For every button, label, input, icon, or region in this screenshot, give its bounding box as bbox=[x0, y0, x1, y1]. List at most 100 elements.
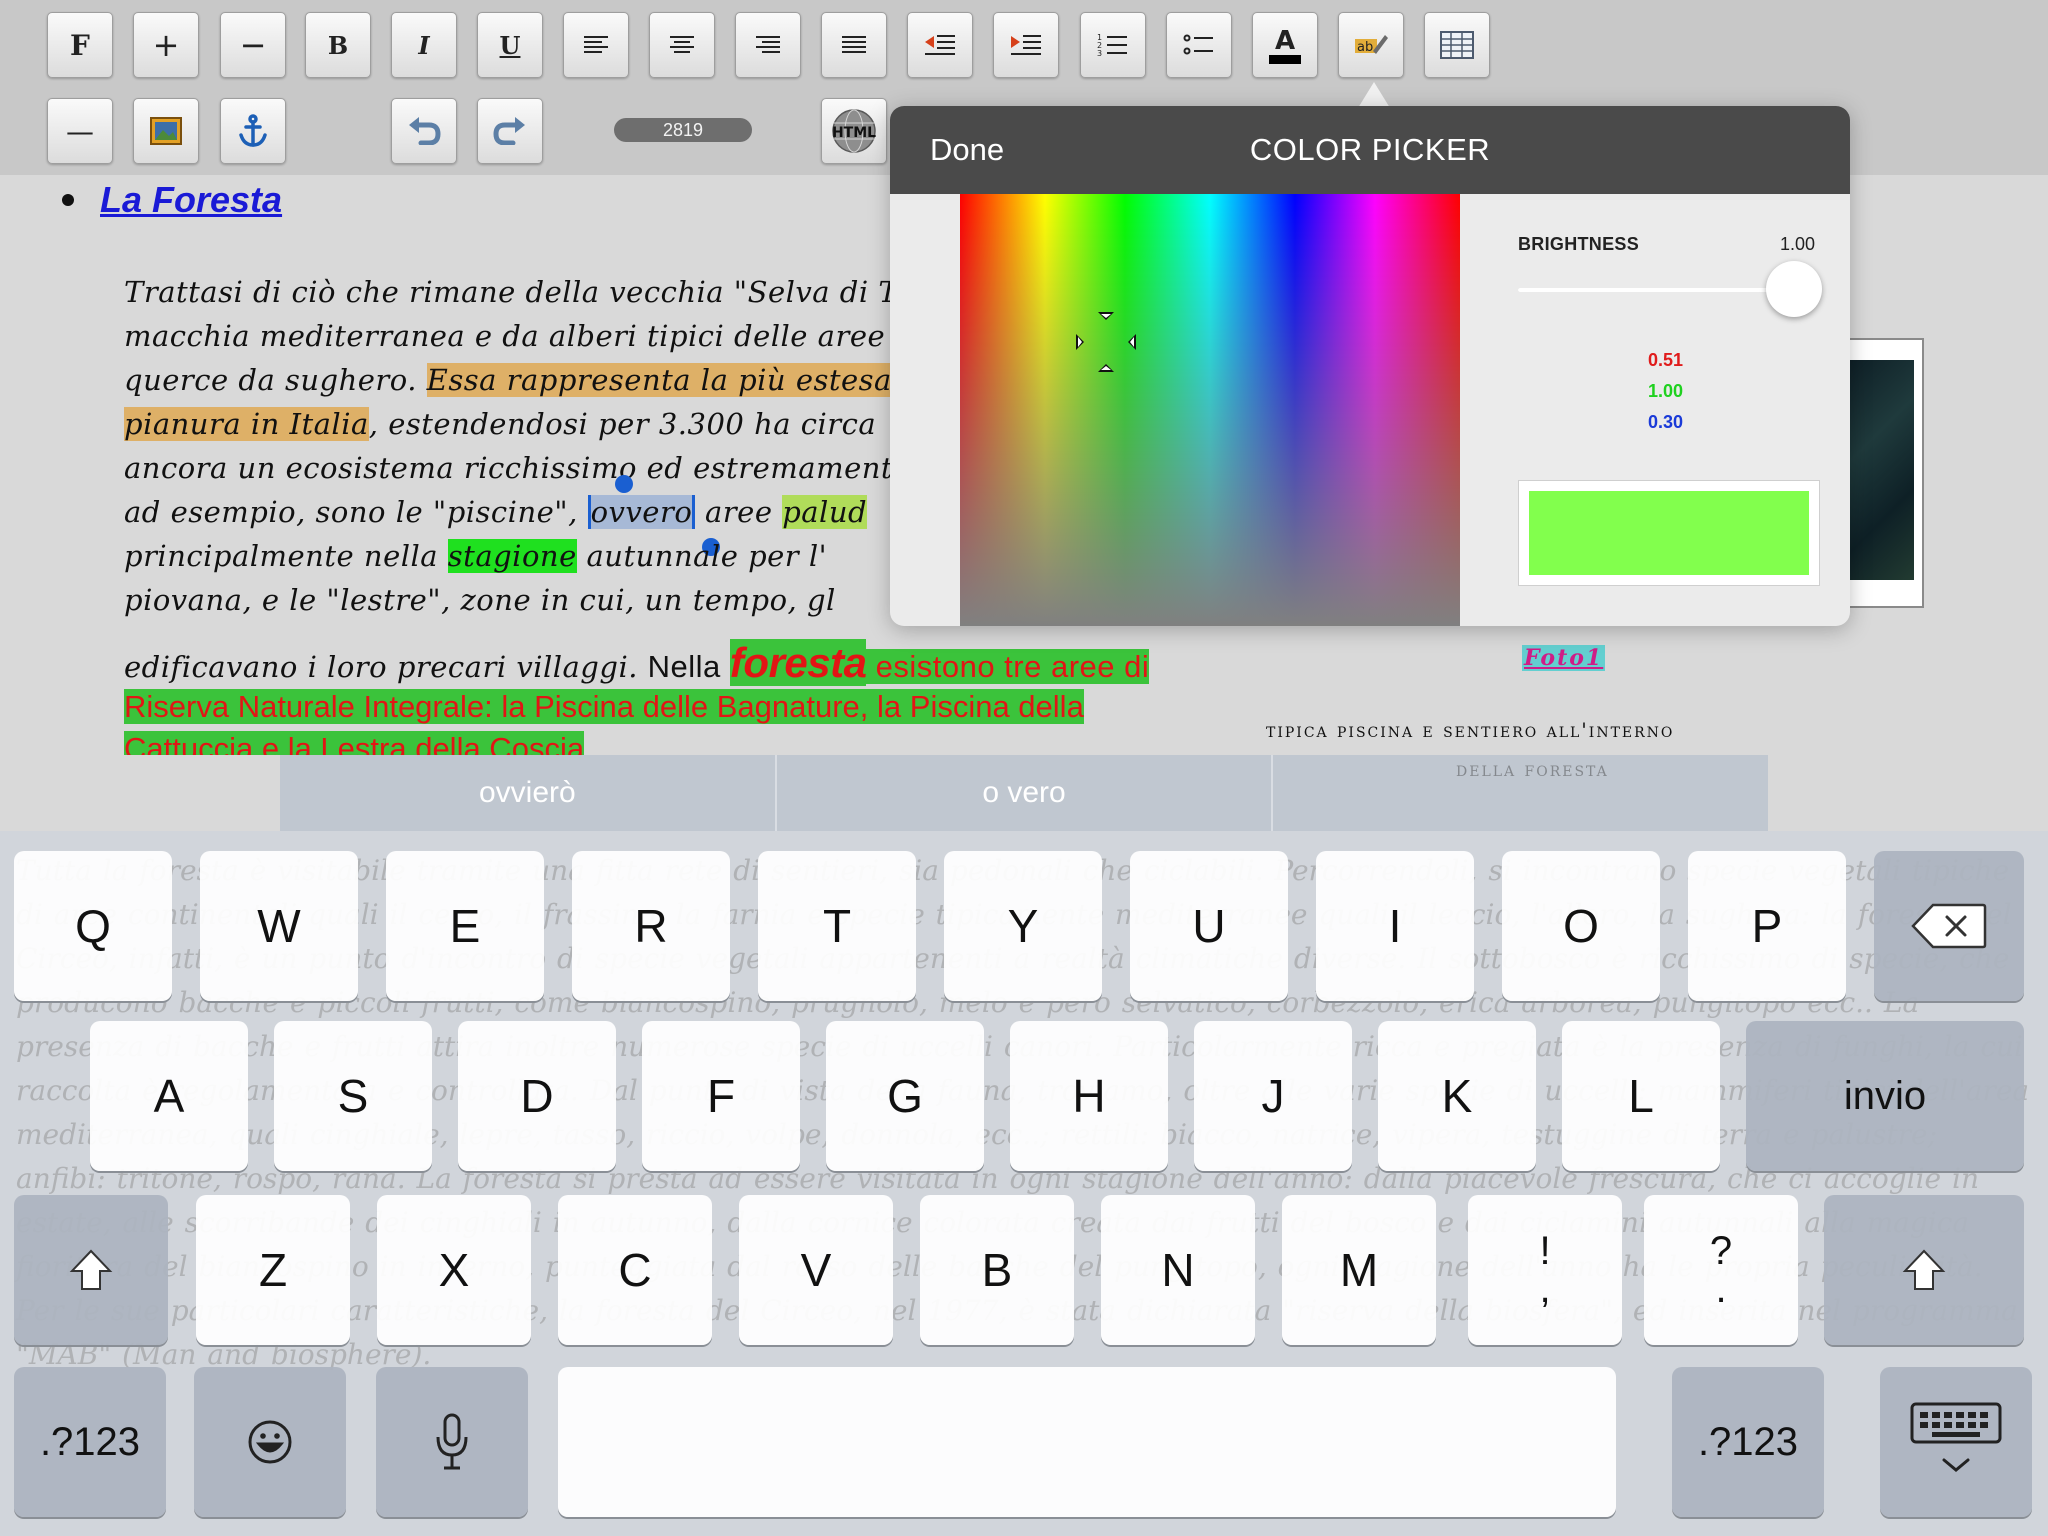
insert-anchor-button[interactable] bbox=[220, 98, 286, 164]
align-center-button[interactable] bbox=[649, 12, 715, 78]
text-span: autunnale per l' bbox=[576, 539, 828, 573]
undo-button[interactable] bbox=[391, 98, 457, 164]
color-preview-swatch bbox=[1518, 480, 1820, 586]
key-y[interactable]: Y bbox=[944, 851, 1102, 1001]
photo-link[interactable]: Foto1 bbox=[1522, 645, 1606, 671]
key-t[interactable]: T bbox=[758, 851, 916, 1001]
text-color-button[interactable]: A bbox=[1252, 12, 1318, 78]
text-span: , estendendosi per 3.300 ha circa bbox=[368, 407, 877, 441]
text-color-icon: A bbox=[1269, 26, 1301, 64]
justify-button[interactable] bbox=[821, 12, 887, 78]
emoji-key[interactable] bbox=[194, 1367, 346, 1517]
question-period-key[interactable]: ? . bbox=[1644, 1195, 1798, 1345]
outdent-icon bbox=[925, 35, 955, 55]
key-q[interactable]: Q bbox=[14, 851, 172, 1001]
suggestion-2[interactable]: o vero bbox=[776, 755, 1274, 831]
body-text-line: Trattasi di ciò che rimane della vecchia… bbox=[124, 275, 914, 309]
key-b[interactable]: B bbox=[920, 1195, 1074, 1345]
increase-font-button[interactable]: + bbox=[133, 12, 199, 78]
key-n[interactable]: N bbox=[1101, 1195, 1255, 1345]
key-l[interactable]: L bbox=[1562, 1021, 1720, 1171]
key-u[interactable]: U bbox=[1130, 851, 1288, 1001]
insert-table-button[interactable] bbox=[1424, 12, 1490, 78]
body-text-line: Riserva Naturale Integrale: la Piscina d… bbox=[124, 689, 1084, 725]
numbered-list-icon: 123 bbox=[1097, 33, 1127, 58]
document-heading-link[interactable]: La Foresta bbox=[100, 179, 282, 221]
picker-title: COLOR PICKER bbox=[1249, 132, 1491, 167]
align-left-button[interactable] bbox=[563, 12, 629, 78]
align-right-icon bbox=[756, 36, 780, 53]
key-s[interactable]: S bbox=[274, 1021, 432, 1171]
key-d[interactable]: D bbox=[458, 1021, 616, 1171]
key-c[interactable]: C bbox=[558, 1195, 712, 1345]
space-key[interactable] bbox=[558, 1367, 1616, 1517]
indent-icon bbox=[1011, 35, 1041, 55]
key-w[interactable]: W bbox=[200, 851, 358, 1001]
color-spectrum[interactable] bbox=[960, 194, 1460, 626]
bullet-list-button[interactable] bbox=[1166, 12, 1232, 78]
underline-button[interactable]: U bbox=[477, 12, 543, 78]
redo-button[interactable] bbox=[477, 98, 543, 164]
bold-button[interactable]: B bbox=[305, 12, 371, 78]
key-z[interactable]: Z bbox=[196, 1195, 350, 1345]
key-m[interactable]: M bbox=[1282, 1195, 1436, 1345]
key-o[interactable]: O bbox=[1502, 851, 1660, 1001]
return-key[interactable]: invio bbox=[1746, 1021, 2024, 1171]
table-icon bbox=[1440, 31, 1474, 59]
backspace-key[interactable] bbox=[1874, 851, 2024, 1001]
numbered-list-button[interactable]: 123 bbox=[1080, 12, 1146, 78]
key-top-char: ? bbox=[1709, 1229, 1733, 1273]
dismiss-keyboard-key[interactable] bbox=[1880, 1367, 2032, 1517]
key-e[interactable]: E bbox=[386, 851, 544, 1001]
done-button[interactable]: Done bbox=[930, 132, 1004, 168]
indent-button[interactable] bbox=[993, 12, 1059, 78]
key-i[interactable]: I bbox=[1316, 851, 1474, 1001]
key-x[interactable]: X bbox=[377, 1195, 531, 1345]
decrease-font-button[interactable]: − bbox=[220, 12, 286, 78]
html-globe-icon: HTML bbox=[832, 109, 876, 153]
color-picker-popover: COLOR PICKER Done BRIGHTNESS 1.00 0.51 1… bbox=[890, 106, 1850, 626]
body-text-line: ad esempio, sono le "piscine", ovvero ar… bbox=[124, 495, 868, 529]
key-j[interactable]: J bbox=[1194, 1021, 1352, 1171]
body-text-line: querce da sughero. Essa rappresenta la p… bbox=[124, 363, 892, 397]
highlighted-text: stagione bbox=[447, 539, 577, 573]
brightness-slider-thumb[interactable] bbox=[1766, 261, 1822, 317]
italic-button[interactable]: I bbox=[391, 12, 457, 78]
align-right-button[interactable] bbox=[735, 12, 801, 78]
key-k[interactable]: K bbox=[1378, 1021, 1536, 1171]
shift-right-key[interactable] bbox=[1824, 1195, 2024, 1345]
suggestion-1[interactable]: ovvierò bbox=[280, 755, 777, 831]
picture-icon bbox=[150, 117, 182, 145]
key-g[interactable]: G bbox=[826, 1021, 984, 1171]
numbers-key-right[interactable]: .?123 bbox=[1672, 1367, 1824, 1517]
key-p[interactable]: P bbox=[1688, 851, 1846, 1001]
key-h[interactable]: H bbox=[1010, 1021, 1168, 1171]
photo-caption: tipica piscina e sentiero all'interno bbox=[1266, 718, 1675, 742]
html-view-button[interactable]: HTML bbox=[821, 98, 887, 164]
shift-icon bbox=[1902, 1249, 1946, 1290]
highlighter-icon: ab bbox=[1355, 35, 1388, 55]
key-v[interactable]: V bbox=[739, 1195, 893, 1345]
shift-left-key[interactable] bbox=[14, 1195, 168, 1345]
selection-start-handle[interactable] bbox=[615, 475, 633, 493]
shift-icon bbox=[69, 1249, 113, 1290]
font-button[interactable]: F bbox=[47, 12, 113, 78]
brightness-slider[interactable] bbox=[1518, 288, 1788, 292]
brightness-value: 1.00 bbox=[1780, 234, 1816, 254]
body-text-line: edificavano i loro precari villaggi. Nel… bbox=[124, 639, 1150, 687]
body-text-line: macchia mediterranea e da alberi tipici … bbox=[124, 319, 941, 353]
anchor-icon bbox=[239, 114, 267, 147]
outdent-button[interactable] bbox=[907, 12, 973, 78]
exclamation-comma-key[interactable]: ! , bbox=[1468, 1195, 1622, 1345]
picker-header: COLOR PICKER Done bbox=[890, 106, 1850, 194]
highlight-button[interactable]: ab bbox=[1338, 12, 1404, 78]
key-f[interactable]: F bbox=[642, 1021, 800, 1171]
insert-image-button[interactable] bbox=[133, 98, 199, 164]
key-bottom-char: . bbox=[1715, 1267, 1727, 1311]
numbers-key-left[interactable]: .?123 bbox=[14, 1367, 166, 1517]
key-a[interactable]: A bbox=[90, 1021, 248, 1171]
horizontal-rule-button[interactable]: — bbox=[47, 98, 113, 164]
selected-word[interactable]: ovvero bbox=[587, 495, 696, 529]
key-r[interactable]: R bbox=[572, 851, 730, 1001]
dictation-key[interactable] bbox=[376, 1367, 528, 1517]
